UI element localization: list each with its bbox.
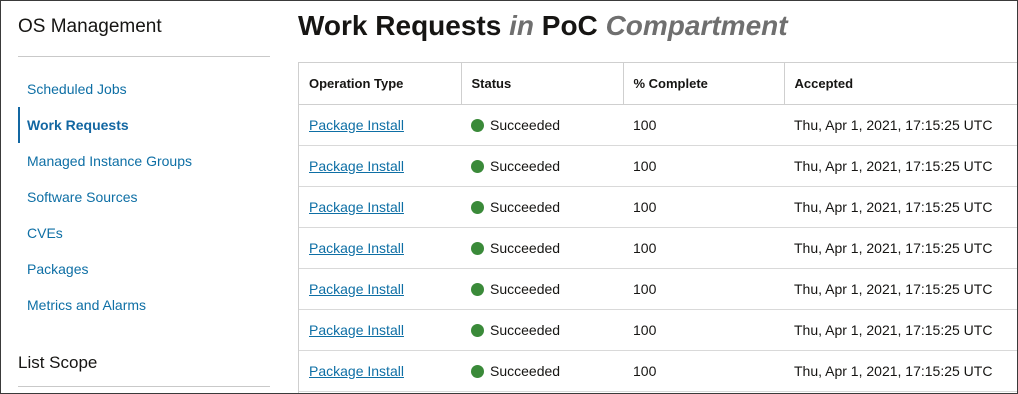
sidebar-item-packages[interactable]: Packages	[18, 251, 270, 287]
percent-complete-cell: 100	[623, 145, 784, 187]
accepted-cell: Thu, Apr 1, 2021, 17:15:25 UTC	[784, 309, 1017, 351]
sidebar-item-work-requests[interactable]: Work Requests	[18, 107, 270, 143]
status-cell: Succeeded	[461, 227, 623, 269]
column-header-status[interactable]: Status	[461, 63, 624, 105]
operation-type-cell: Package Install	[299, 268, 461, 310]
status-cell: Succeeded	[461, 104, 623, 146]
sidebar-item-scheduled-jobs[interactable]: Scheduled Jobs	[18, 71, 270, 107]
status-success-icon	[471, 323, 484, 337]
operation-type-link[interactable]: Package Install	[309, 199, 404, 215]
status-text: Succeeded	[490, 362, 561, 379]
page-title-main: Work Requests	[298, 10, 502, 41]
operation-type-cell: Package Install	[299, 145, 461, 187]
percent-complete-cell: 100	[623, 104, 784, 146]
sidebar-nav: Scheduled Jobs Work Requests Managed Ins…	[18, 71, 270, 323]
status-cell: Succeeded	[461, 309, 623, 351]
sidebar-item-managed-instance-groups[interactable]: Managed Instance Groups	[18, 143, 270, 179]
operation-type-link[interactable]: Package Install	[309, 240, 404, 256]
percent-complete-cell: 100	[623, 186, 784, 228]
status-text: Succeeded	[490, 198, 561, 215]
status-text: Succeeded	[490, 239, 561, 256]
status-cell: Succeeded	[461, 186, 623, 228]
status-cell: Succeeded	[461, 268, 623, 310]
page-title: Work Requests in PoC Compartment	[298, 10, 788, 42]
sidebar: OS Management Scheduled Jobs Work Reques…	[18, 1, 270, 393]
operation-type-link[interactable]: Package Install	[309, 158, 404, 174]
percent-complete-cell: 100	[623, 309, 784, 351]
sidebar-divider	[18, 56, 270, 57]
status-text: Succeeded	[490, 280, 561, 297]
accepted-cell: Thu, Apr 1, 2021, 17:15:25 UTC	[784, 227, 1017, 269]
status-success-icon	[471, 364, 484, 378]
table-row: Package Install Succeeded 100 Thu, Apr 1, 2…	[299, 350, 1017, 392]
status-cell: Succeeded	[461, 350, 623, 392]
status-text: Succeeded	[490, 157, 561, 174]
accepted-cell: Thu, Apr 1, 2021, 17:15:25 UTC	[784, 104, 1017, 146]
operation-type-link[interactable]: Package Install	[309, 281, 404, 297]
status-cell: Succeeded	[461, 145, 623, 187]
app-window: OS Management Scheduled Jobs Work Reques…	[0, 0, 1018, 394]
status-success-icon	[471, 200, 484, 214]
table-row: Package Install Succeeded 100 Thu, Apr 1, 2…	[299, 309, 1017, 351]
percent-complete-cell: 100	[623, 227, 784, 269]
operation-type-link[interactable]: Package Install	[309, 322, 404, 338]
status-success-icon	[471, 159, 484, 173]
operation-type-cell: Package Install	[299, 104, 461, 146]
column-header-operation-type[interactable]: Operation Type	[299, 63, 462, 105]
column-header-complete[interactable]: % Complete	[623, 63, 785, 105]
accepted-cell: Thu, Apr 1, 2021, 17:15:25 UTC	[784, 186, 1017, 228]
sidebar-title: OS Management	[18, 16, 162, 37]
percent-complete-cell: 100	[623, 350, 784, 392]
accepted-cell: Thu, Apr 1, 2021, 17:15:25 UTC	[784, 268, 1017, 310]
table-row: Package Install Succeeded 100 Thu, Apr 1, 2…	[299, 227, 1017, 269]
table-row: Package Install Succeeded 100 Thu, Apr 1, 2…	[299, 145, 1017, 187]
status-text: Succeeded	[490, 116, 561, 133]
status-text: Succeeded	[490, 321, 561, 338]
table-header-row: Operation Type Status % Complete Accepte…	[299, 63, 1017, 105]
operation-type-link[interactable]: Package Install	[309, 363, 404, 379]
page-title-compartment: Compartment	[605, 10, 788, 41]
status-success-icon	[471, 118, 484, 132]
operation-type-cell: Package Install	[299, 227, 461, 269]
list-scope-title: List Scope	[18, 353, 98, 372]
status-success-icon	[471, 282, 484, 296]
page-title-in: in	[509, 10, 534, 41]
scope-divider	[18, 386, 270, 387]
operation-type-cell: Package Install	[299, 186, 461, 228]
status-success-icon	[471, 241, 484, 255]
operation-type-cell: Package Install	[299, 350, 461, 392]
accepted-cell: Thu, Apr 1, 2021, 17:15:25 UTC	[784, 350, 1017, 392]
percent-complete-cell: 100	[623, 268, 784, 310]
table-row: Package Install Succeeded 100 Thu, Apr 1, 2…	[299, 268, 1017, 310]
operation-type-link[interactable]: Package Install	[309, 117, 404, 133]
operation-type-cell: Package Install	[299, 309, 461, 351]
table-row: Package Install Succeeded 100 Thu, Apr 1, 2…	[299, 104, 1017, 146]
table-row: Package Install Succeeded 100 Thu, Apr 1, 2…	[299, 186, 1017, 228]
sidebar-item-cves[interactable]: CVEs	[18, 215, 270, 251]
work-requests-table: Operation Type Status % Complete Accepte…	[298, 62, 1017, 393]
sidebar-item-metrics-and-alarms[interactable]: Metrics and Alarms	[18, 287, 270, 323]
accepted-cell: Thu, Apr 1, 2021, 17:15:25 UTC	[784, 145, 1017, 187]
sidebar-item-software-sources[interactable]: Software Sources	[18, 179, 270, 215]
page-title-compartment-name: PoC	[541, 10, 598, 41]
column-header-accepted[interactable]: Accepted	[784, 63, 1017, 105]
table-body: Package Install Succeeded 100 Thu, Apr 1, 2…	[299, 104, 1017, 392]
